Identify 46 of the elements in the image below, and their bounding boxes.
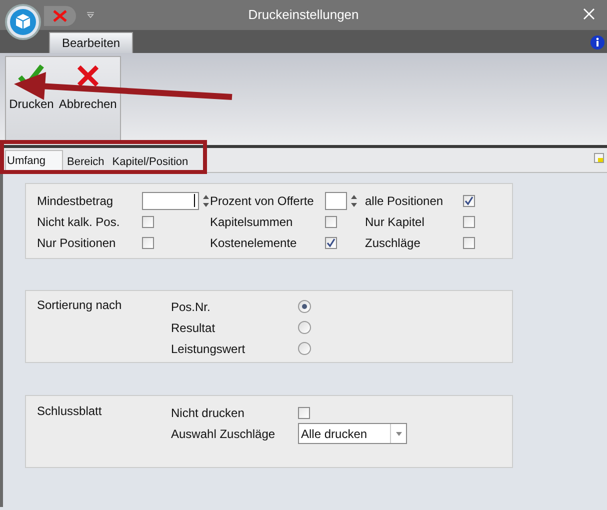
number-field[interactable] xyxy=(325,192,347,210)
radio-button[interactable] xyxy=(298,300,311,313)
print-button[interactable]: Drucken xyxy=(9,97,54,111)
caret-icon xyxy=(396,432,402,436)
spinner-icon[interactable] xyxy=(350,194,358,208)
corner-icon xyxy=(594,153,604,163)
checkbox[interactable] xyxy=(463,216,475,228)
field-label: Kapitelsummen xyxy=(210,214,294,230)
checkbox[interactable] xyxy=(325,216,337,228)
tab[interactable]: Kapitel/Position xyxy=(108,152,192,172)
tab[interactable]: Bereich xyxy=(63,152,108,172)
option-label: Nicht drucken xyxy=(171,404,246,422)
cancel-button[interactable]: Abbrechen xyxy=(58,97,117,111)
field-label: Nur Positionen xyxy=(37,234,117,252)
dropdown-icon[interactable] xyxy=(87,12,94,18)
checkbox[interactable] xyxy=(142,236,154,248)
option-label: Auswahl Zuschläge xyxy=(171,426,276,442)
field-label: Prozent von Offerte xyxy=(210,192,315,210)
number-field[interactable] xyxy=(142,192,199,210)
checkbox[interactable] xyxy=(463,194,475,206)
section-label: Schlussblatt xyxy=(37,403,103,417)
field-label: Nicht kalk. Pos. xyxy=(37,214,121,230)
cross-icon xyxy=(74,63,101,89)
radio-button[interactable] xyxy=(298,321,311,334)
section-label: Sortierung nach xyxy=(37,297,123,311)
option-label: Resultat xyxy=(171,320,216,336)
window-title: Druckeinstellungen xyxy=(248,6,359,24)
field-label: Nur Kapitel xyxy=(365,214,426,230)
checkbox[interactable] xyxy=(142,216,154,228)
tab[interactable]: Umfang xyxy=(5,150,63,172)
radio-button[interactable] xyxy=(298,342,311,355)
ribbon-tab[interactable]: Bearbeiten xyxy=(49,32,134,53)
field-label: Zuschläge xyxy=(365,234,422,252)
field-label: alle Positionen xyxy=(365,192,444,210)
info-icon[interactable] xyxy=(590,35,605,50)
close-icon[interactable] xyxy=(583,8,595,20)
spinner-icon[interactable] xyxy=(202,194,210,208)
option-label: Leistungswert xyxy=(171,340,246,358)
dropdown[interactable]: Alle drucken xyxy=(298,423,407,444)
field-label: Mindestbetrag xyxy=(37,192,114,210)
app-logo-icon[interactable] xyxy=(5,4,41,40)
checkbox[interactable] xyxy=(463,236,475,248)
field-label: Kostenelemente xyxy=(210,234,298,252)
checkbox[interactable] xyxy=(325,236,337,248)
option-label: Pos.Nr. xyxy=(171,298,212,316)
checkbox[interactable] xyxy=(298,406,310,418)
